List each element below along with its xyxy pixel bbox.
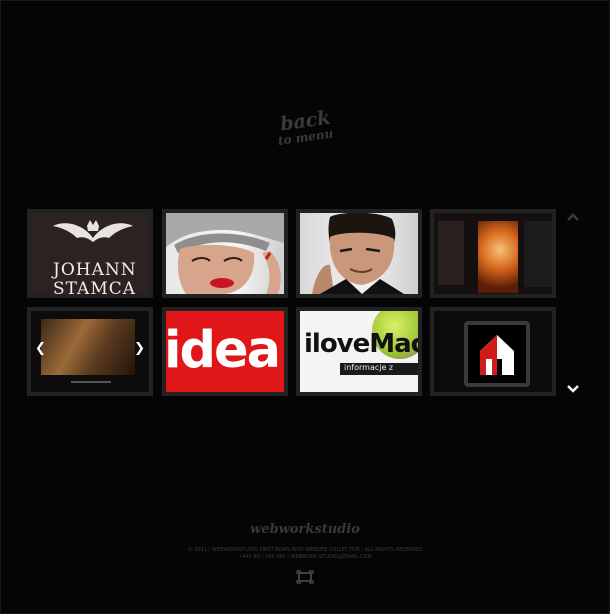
wings-logo-icon [53, 220, 133, 242]
thumbnail-idea: idea [166, 311, 284, 392]
johann-title-line2: STAMCA [53, 279, 137, 294]
poster-artwork [478, 221, 518, 293]
portfolio-tile-house[interactable] [430, 307, 556, 396]
painting-caption-bar [71, 381, 111, 383]
thumbnail-man-portrait [300, 213, 418, 294]
thumbnail-woman-portrait [166, 213, 284, 294]
portfolio-tile-johann[interactable]: JOHANN STAMCA [27, 209, 153, 298]
man-portrait-image [312, 213, 404, 294]
ilovemac-subtext: informacje z [340, 363, 418, 375]
footer-brand-logo[interactable]: webworkstudio [200, 522, 410, 537]
footer-contact: +441 60 / 999 999 / WEBWORK.STUDIO@EMAIL… [238, 554, 372, 560]
house-logo-frame [464, 321, 530, 387]
footer-copyright: © 2011 / WEBWORKSTUDIO FIRST BORN INTO W… [187, 547, 423, 553]
house-icon [480, 335, 514, 375]
portfolio-grid: JOHANN STAMCA ❮ ❯ idea iloveMac informac… [27, 209, 558, 401]
portfolio-tile-ilovemac[interactable]: iloveMac informacje z [296, 307, 422, 396]
idea-logo-text: idea [166, 321, 281, 380]
thumbnail-painting: ❮ ❯ [31, 311, 149, 392]
thumbnail-ilovemac: iloveMac informacje z [300, 311, 418, 392]
painting-image [41, 319, 135, 375]
portfolio-tile-man[interactable] [296, 209, 422, 298]
portfolio-tile-painting[interactable]: ❮ ❯ [27, 307, 153, 396]
thumbnail-poster [434, 213, 552, 294]
portfolio-tile-poster[interactable] [430, 209, 556, 298]
chevron-up-icon[interactable] [565, 210, 581, 224]
chevron-right-icon[interactable]: ❯ [134, 341, 145, 356]
woman-portrait-image [166, 213, 284, 294]
poster-sidepanel [524, 221, 552, 287]
ilovemac-logo-text: iloveMac [304, 329, 418, 359]
chevron-left-icon[interactable]: ❮ [35, 341, 46, 356]
portfolio-tile-woman[interactable] [162, 209, 288, 298]
fullscreen-icon[interactable] [296, 570, 314, 584]
portfolio-tile-idea[interactable]: idea [162, 307, 288, 396]
thumbnail-johann: JOHANN STAMCA [31, 213, 149, 294]
chevron-down-icon[interactable] [565, 382, 581, 396]
poster-sidebar [438, 221, 464, 285]
johann-title-line1: JOHANN [53, 260, 137, 280]
thumbnail-house-logo [434, 311, 552, 392]
